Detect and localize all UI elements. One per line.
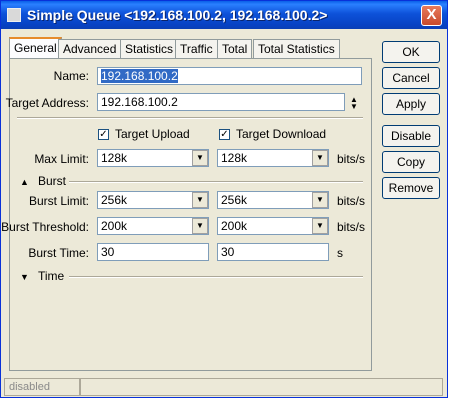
close-button[interactable]: X [421, 5, 442, 26]
burst-threshold-label: Burst Threshold: [1, 220, 89, 234]
burst-time-download-input[interactable]: 30 [217, 243, 329, 261]
apply-button[interactable]: Apply [382, 93, 440, 115]
remove-button[interactable]: Remove [382, 177, 440, 199]
chevron-down-icon[interactable]: ▼ [192, 150, 208, 166]
separator [69, 181, 363, 183]
simple-queue-dialog: Simple Queue <192.168.100.2, 192.168.100… [0, 0, 448, 398]
window-title: Simple Queue <192.168.100.2, 192.168.100… [27, 7, 328, 23]
copy-button[interactable]: Copy [382, 151, 440, 173]
target-download-label: Target Download [236, 127, 327, 141]
target-upload-label: Target Upload [115, 127, 190, 141]
burst-time-upload-input[interactable]: 30 [97, 243, 209, 261]
expand-triangle-icon[interactable]: ▼ [20, 272, 29, 282]
status-text: disabled [4, 378, 80, 396]
status-bar: disabled [4, 378, 443, 396]
name-input[interactable]: 192.168.100.2 [97, 67, 362, 85]
chevron-down-icon[interactable]: ▼ [192, 192, 208, 208]
max-limit-label: Max Limit: [34, 152, 89, 166]
burst-threshold-unit: bits/s [337, 220, 366, 234]
target-address-input[interactable]: 192.168.100.2 [97, 93, 345, 111]
burst-limit-unit: bits/s [337, 194, 366, 208]
ok-button[interactable]: OK [382, 41, 440, 63]
tab-general[interactable]: General [9, 37, 62, 59]
chevron-down-icon[interactable]: ▼ [192, 218, 208, 234]
separator [17, 117, 363, 119]
tab-total[interactable]: Total [217, 39, 253, 58]
cancel-button[interactable]: Cancel [382, 67, 440, 89]
name-label: Name: [53, 69, 89, 83]
chevron-down-icon[interactable]: ▼ [312, 150, 328, 166]
burst-section-label: Burst [38, 174, 67, 188]
burst-limit-label: Burst Limit: [28, 194, 89, 208]
name-value: 192.168.100.2 [101, 69, 178, 83]
collapse-triangle-icon[interactable]: ▲ [20, 177, 29, 187]
tab-statistics[interactable]: Statistics [120, 39, 179, 58]
expand-collapse-icon[interactable]: ▲ ▼ [350, 96, 358, 111]
target-address-label: Target Address: [5, 96, 89, 110]
chevron-down-icon[interactable]: ▼ [312, 218, 328, 234]
max-limit-unit: bits/s [337, 152, 366, 166]
burst-time-label: Burst Time: [28, 246, 89, 260]
target-upload-checkbox[interactable]: ✓ [98, 129, 109, 140]
tab-traffic[interactable]: Traffic [175, 39, 218, 58]
chevron-down-icon[interactable]: ▼ [312, 192, 328, 208]
time-section-label: Time [38, 269, 65, 283]
tab-total-statistics[interactable]: Total Statistics [253, 39, 340, 58]
status-cell-empty [80, 378, 443, 396]
separator [69, 276, 363, 278]
disable-button[interactable]: Disable [382, 125, 440, 147]
app-icon [7, 8, 21, 22]
tab-advanced[interactable]: Advanced [58, 39, 122, 58]
burst-time-unit: s [337, 246, 343, 260]
target-download-checkbox[interactable]: ✓ [219, 129, 230, 140]
title-bar[interactable]: Simple Queue <192.168.100.2, 192.168.100… [1, 1, 447, 29]
